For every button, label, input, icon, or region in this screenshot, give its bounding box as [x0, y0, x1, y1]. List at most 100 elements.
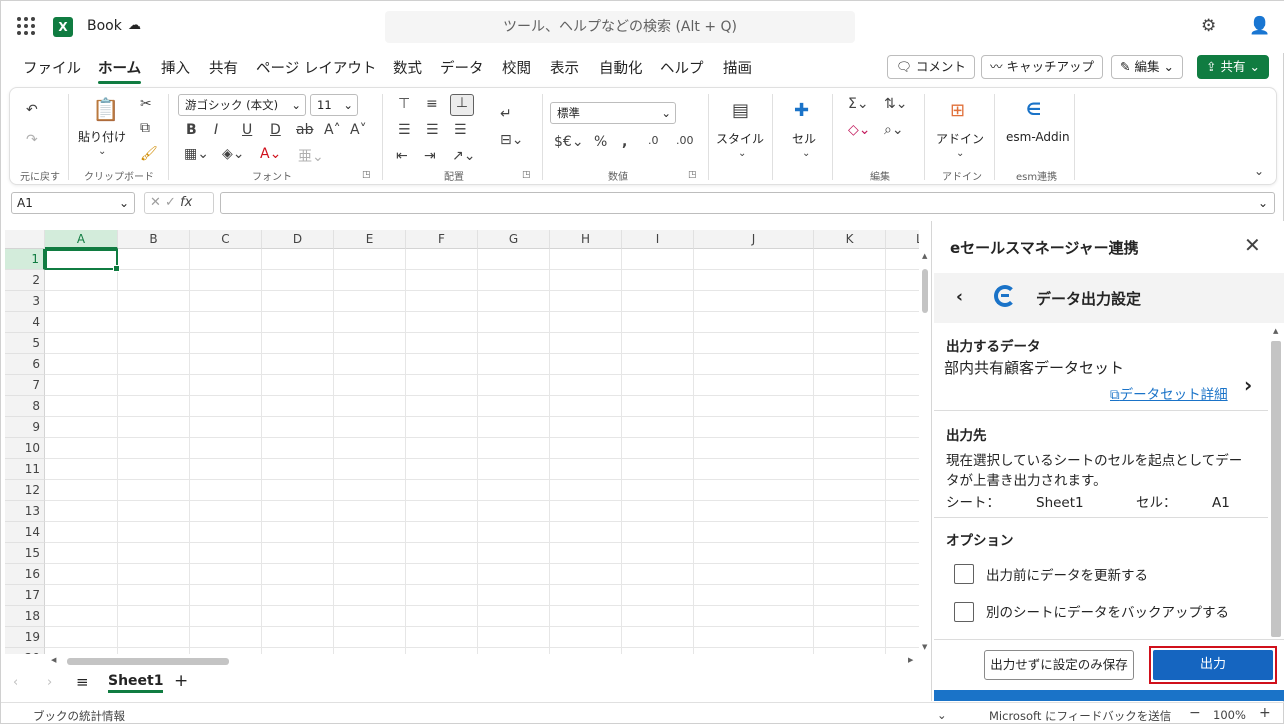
next-sheet-icon[interactable]: › [47, 675, 52, 690]
select-all-corner[interactable] [5, 230, 45, 249]
wrap-text-icon[interactable]: ↵ [500, 106, 512, 122]
fill-color-icon[interactable]: ◈⌄ [222, 146, 245, 162]
align-center-icon[interactable]: ☰ [426, 122, 439, 138]
row-header[interactable]: 4 [5, 312, 45, 333]
chevron-down-icon[interactable]: ⌄ [956, 148, 964, 159]
scroll-left-icon[interactable]: ◀ [51, 656, 56, 664]
app-launcher-icon[interactable] [17, 17, 35, 35]
row-header[interactable]: 9 [5, 417, 45, 438]
tab-help[interactable]: ヘルプ [660, 57, 704, 78]
grow-font-icon[interactable]: A˄ [324, 122, 341, 138]
column-header[interactable]: F [406, 230, 478, 249]
bold-icon[interactable]: B [186, 122, 197, 138]
column-header[interactable]: L [886, 230, 919, 249]
book-name[interactable]: Book [87, 18, 122, 34]
redo-icon[interactable]: ↷ [26, 132, 38, 148]
merge-cells-icon[interactable]: ⊟⌄ [500, 132, 523, 148]
tab-page-layout[interactable]: ページ レイアウト [256, 57, 376, 78]
decrease-indent-icon[interactable]: ⇤ [396, 148, 408, 164]
share-button[interactable]: ⇪ 共有 ⌄ [1197, 55, 1269, 79]
settings-gear-icon[interactable]: ⚙ [1201, 16, 1216, 36]
align-bottom-icon[interactable]: ⊥ [450, 94, 474, 116]
backup-sheet-checkbox[interactable] [954, 602, 974, 622]
back-icon[interactable]: ‹ [956, 287, 963, 307]
row-header[interactable]: 8 [5, 396, 45, 417]
spreadsheet-grid[interactable]: A B C D E F G H I J K L 1 2 3 4 5 6 7 8 … [5, 230, 919, 654]
column-header[interactable]: E [334, 230, 406, 249]
scroll-up-icon[interactable]: ▲ [1273, 327, 1278, 335]
save-settings-button[interactable]: 出力せずに設定のみ保存 [984, 650, 1134, 680]
column-header[interactable]: B [118, 230, 190, 249]
prev-sheet-icon[interactable]: ‹ [13, 675, 18, 690]
chevron-down-icon[interactable]: ⌄ [738, 148, 746, 159]
styles-label[interactable]: スタイル [716, 130, 764, 147]
tab-automate[interactable]: 自動化 [599, 57, 643, 78]
dataset-name[interactable]: 部内共有顧客データセット [944, 357, 1124, 379]
close-icon[interactable]: ✕ [1244, 233, 1261, 257]
find-icon[interactable]: ⌕⌄ [884, 122, 904, 138]
decrease-decimal-icon[interactable]: .00 [676, 134, 694, 147]
alignment-dialog-launcher-icon[interactable]: ◳ [522, 170, 531, 180]
pane-scroll-thumb[interactable] [1271, 341, 1281, 637]
refresh-before-output-label[interactable]: 出力前にデータを更新する [986, 564, 1148, 584]
addins-icon[interactable]: ⊞ [950, 100, 965, 121]
tab-review[interactable]: 校閲 [502, 57, 531, 78]
vertical-scroll-thumb[interactable] [922, 269, 928, 313]
sheet-list-icon[interactable]: ≡ [76, 673, 89, 691]
tab-share[interactable]: 共有 [209, 57, 238, 78]
column-header[interactable]: D [262, 230, 334, 249]
row-header[interactable]: 5 [5, 333, 45, 354]
column-header[interactable]: I [622, 230, 694, 249]
italic-icon[interactable]: I [214, 122, 218, 138]
row-header[interactable]: 17 [5, 585, 45, 606]
zoom-in-icon[interactable]: + [1259, 705, 1271, 721]
name-box[interactable]: A1 ⌄ [11, 192, 135, 214]
edit-mode-button[interactable]: ✎ 編集 ⌄ [1111, 55, 1183, 79]
undo-icon[interactable]: ↶ [26, 102, 38, 118]
increase-decimal-icon[interactable]: .0 [648, 134, 659, 147]
sort-filter-icon[interactable]: ⇅⌄ [884, 96, 907, 112]
column-header[interactable]: K [814, 230, 886, 249]
ribbon-expand-icon[interactable]: ⌄ [1254, 164, 1264, 178]
tab-insert[interactable]: 挿入 [161, 57, 190, 78]
comment-button[interactable]: 🗨 コメント [887, 55, 975, 79]
scroll-down-icon[interactable]: ▼ [922, 643, 927, 651]
insert-function-icon[interactable]: fx [180, 195, 192, 210]
account-icon[interactable]: 👤 [1249, 16, 1270, 36]
row-header[interactable]: 10 [5, 438, 45, 459]
scroll-right-icon[interactable]: ▶ [908, 656, 913, 664]
workbook-stats[interactable]: ブックの統計情報 [33, 708, 125, 724]
percent-icon[interactable]: % [594, 134, 607, 150]
formula-input[interactable]: ⌄ [220, 192, 1275, 214]
tab-home[interactable]: ホーム [98, 57, 142, 84]
comma-style-icon[interactable]: , [622, 134, 627, 150]
shrink-font-icon[interactable]: A˅ [350, 122, 367, 138]
cut-icon[interactable]: ✂ [140, 96, 152, 112]
column-header[interactable]: H [550, 230, 622, 249]
paste-label[interactable]: 貼り付け [78, 128, 126, 145]
clear-icon[interactable]: ◇⌄ [848, 122, 871, 138]
zoom-out-icon[interactable]: − [1189, 705, 1201, 721]
phonetic-icon[interactable]: 亜⌄ [298, 146, 324, 166]
enter-icon[interactable]: ✓ [165, 195, 176, 210]
chevron-right-icon[interactable]: › [1244, 373, 1252, 397]
align-left-icon[interactable]: ☰ [398, 122, 411, 138]
currency-format-icon[interactable]: $€⌄ [554, 134, 584, 150]
paste-icon[interactable]: 📋 [92, 98, 119, 123]
tab-data[interactable]: データ [440, 57, 484, 78]
format-painter-icon[interactable]: 🖌 [140, 146, 158, 162]
search-input[interactable]: ツール、ヘルプなどの検索 (Alt + Q) [385, 11, 855, 43]
dataset-detail-link[interactable]: ⧉データセット詳細 [1110, 383, 1228, 403]
number-format-select[interactable]: 標準 ⌄ [550, 102, 676, 124]
font-color-icon[interactable]: A⌄ [260, 146, 281, 162]
underline-icon[interactable]: U [242, 122, 252, 138]
number-dialog-launcher-icon[interactable]: ◳ [688, 170, 697, 180]
row-header[interactable]: 6 [5, 354, 45, 375]
tab-draw[interactable]: 描画 [723, 57, 752, 78]
row-header[interactable]: 20 [5, 648, 45, 654]
row-header[interactable]: 1 [5, 249, 45, 270]
row-header[interactable]: 13 [5, 501, 45, 522]
column-header[interactable]: J [694, 230, 814, 249]
row-header[interactable]: 2 [5, 270, 45, 291]
paste-dropdown-icon[interactable]: ⌄ [98, 146, 106, 157]
